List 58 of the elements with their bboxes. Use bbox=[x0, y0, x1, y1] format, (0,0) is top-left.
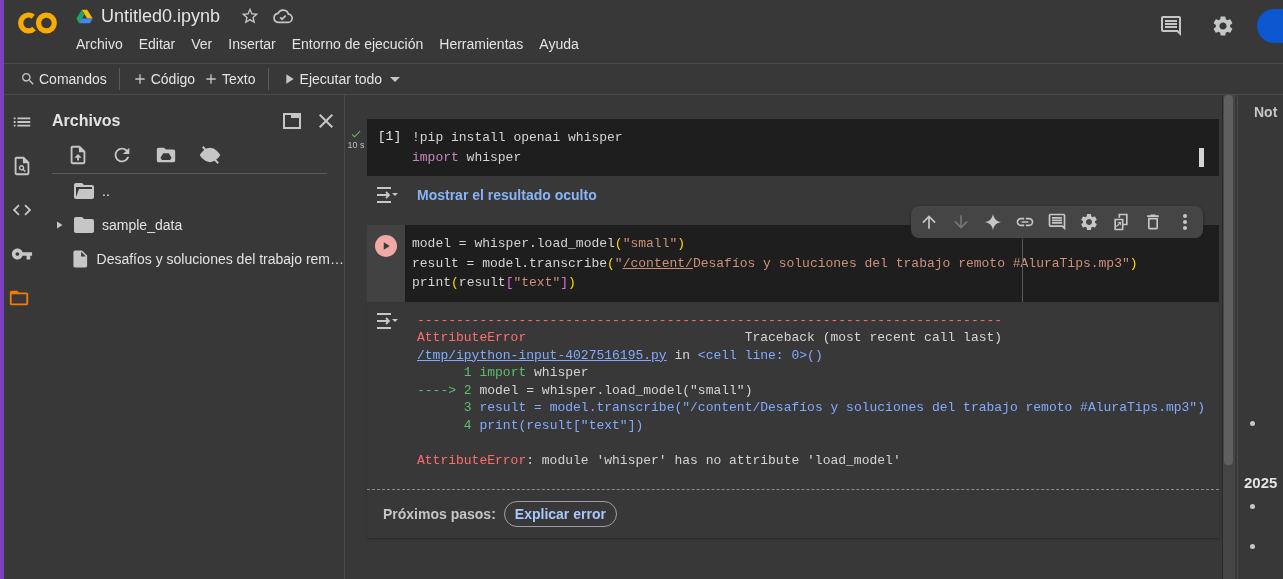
code-line: print(result["text"]) bbox=[412, 274, 576, 292]
code-line: /tmp/ipython-input-4027516195.py in <cell line: 0>() bbox=[417, 346, 823, 364]
menu-item[interactable]: Ayuda bbox=[539, 36, 579, 52]
mirror-icon bbox=[1111, 212, 1131, 232]
output-toggle-icon[interactable] bbox=[375, 311, 399, 330]
menu-item[interactable]: Editar bbox=[138, 36, 176, 52]
sparkle-icon bbox=[983, 212, 1003, 232]
code-line: 3 result = model.transcribe("/content/Desafíos y soluciones del trabajo remoto #AluraTips.mp3") bbox=[462, 399, 1205, 417]
code-line: AttributeError: module 'whisper' has no attribute 'load_model' bbox=[417, 451, 901, 469]
logo-icon[interactable] bbox=[17, 10, 59, 36]
code-line: !pip install openai whisper bbox=[412, 129, 623, 147]
notebook-title[interactable]: Untitled0.ipynb bbox=[101, 5, 221, 27]
file-name[interactable]: sample_data bbox=[102, 217, 183, 233]
scrollbar-thumb[interactable] bbox=[1224, 95, 1233, 465]
execution-time: 10 s bbox=[347, 140, 365, 150]
search-icon bbox=[20, 71, 36, 87]
settings-icon bbox=[1079, 212, 1099, 232]
code-line: --------------------------------------------------------------------------- bbox=[417, 311, 1003, 329]
toolbar-button[interactable]: Código bbox=[127, 65, 200, 93]
comment-icon bbox=[1159, 14, 1183, 38]
menu-item[interactable]: Ver bbox=[191, 36, 213, 52]
eye-off-icon bbox=[199, 144, 221, 166]
code-line: result = model.transcribe("/content/Desafíos y soluciones del trabajo remoto #AluraTips.mp3") bbox=[412, 254, 1138, 273]
code-line: model = whisper.load_model("small") bbox=[412, 235, 686, 253]
toolbar-button[interactable]: Texto bbox=[199, 65, 260, 93]
toolbar-button[interactable]: Ejecutar todo bbox=[276, 65, 387, 93]
code-line: import whisper bbox=[412, 148, 522, 167]
panel-title: Archivos bbox=[52, 112, 122, 130]
scroll-mark bbox=[1199, 148, 1204, 167]
more-icon bbox=[1183, 214, 1187, 230]
list-bullet bbox=[1250, 504, 1255, 509]
menu-item[interactable]: Herramientas bbox=[439, 36, 524, 52]
run-button[interactable] bbox=[375, 235, 397, 257]
drive-icon bbox=[76, 8, 93, 24]
list-bullet bbox=[1250, 421, 1255, 426]
menu-item[interactable]: Insertar bbox=[228, 36, 276, 52]
code-line: 4 print(result["text"]) bbox=[462, 416, 644, 434]
list-bullet bbox=[1250, 544, 1255, 549]
caret-icon bbox=[390, 76, 401, 82]
comment-icon bbox=[1047, 212, 1067, 232]
code-cell[interactable]: model = whisper.load_model("small") result = model.transcribe("/content/Desafíos y soluciones del trabajo remoto #AluraTips.mp3") print(result["text"]) bbox=[367, 225, 1219, 302]
code-line: AttributeError Traceback (most recent call last) bbox=[417, 329, 1003, 347]
execution-count: [1] bbox=[377, 129, 402, 146]
menu-item[interactable]: Entorno de ejecución bbox=[291, 36, 424, 52]
file-name[interactable]: .. bbox=[102, 183, 110, 199]
menu-item[interactable]: Archivo bbox=[76, 36, 123, 52]
check-icon bbox=[350, 128, 362, 140]
settings-icon bbox=[1211, 14, 1235, 38]
output-toggle-icon[interactable] bbox=[375, 185, 399, 204]
file-name[interactable]: Desafíos y soluciones del trabajo rem… bbox=[96, 251, 344, 267]
toolbar-button[interactable]: Comandos bbox=[16, 65, 111, 93]
panel-tab[interactable]: Not bbox=[1254, 104, 1278, 120]
code-cell[interactable]: [1] !pip install openai whisper import whisper bbox=[367, 119, 1219, 176]
code-line: ----> 2 model = whisper.load_model("small") bbox=[417, 381, 753, 399]
section-heading: 2025 bbox=[1244, 474, 1278, 491]
show-output-link[interactable]: Mostrar el resultado oculto bbox=[417, 186, 597, 203]
code-line: 1 import whisper bbox=[462, 364, 589, 382]
next-steps-label: Próximos pasos: bbox=[383, 506, 496, 522]
